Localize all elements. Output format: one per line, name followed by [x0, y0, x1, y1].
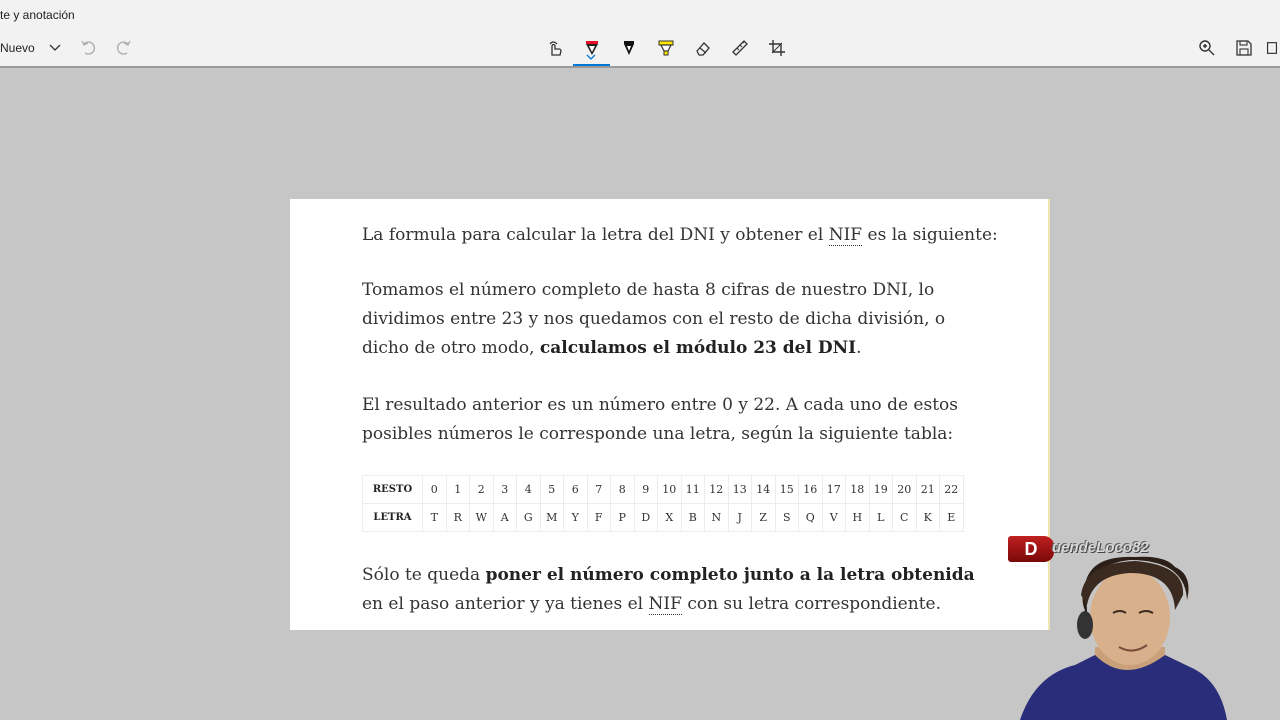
toolbar: Nuevo [0, 30, 1280, 68]
title-bar: te y anotación [0, 0, 1280, 30]
snip-canvas[interactable]: La formula para calcular la letra del DN… [290, 199, 1050, 630]
window-title: te y anotación [0, 8, 75, 22]
table-row-resto: RESTO 0 1 2 3 4 5 6 7 8 9 10 11 12 13 14 15 16 17 18 19 20 21… [362, 475, 964, 504]
bold-text: calculamos el módulo 23 del DNI [539, 338, 857, 358]
touch-write-button[interactable] [543, 36, 567, 60]
letra-cell: T [422, 503, 447, 532]
zoom-icon [1199, 40, 1215, 56]
resto-cell: 4 [516, 475, 541, 504]
letra-cell: S [774, 503, 799, 532]
paragraph-modulo: Tomamos el número completo de hasta 8 ci… [362, 276, 982, 363]
pencil-button[interactable] [617, 36, 641, 60]
paragraph-conclusion: Sólo te queda poner el número completo j… [362, 561, 982, 619]
resto-cell: 9 [633, 475, 658, 504]
letra-cell: P [610, 503, 635, 532]
save-button[interactable] [1232, 36, 1256, 60]
ruler-icon [732, 40, 748, 56]
webcam-overlay [1020, 556, 1227, 720]
letra-cell: C [892, 503, 917, 532]
letra-cell: E [939, 503, 964, 532]
letra-cell: W [469, 503, 494, 532]
text: . [856, 338, 862, 358]
nif-abbreviation: NIF [828, 225, 863, 246]
text: con su letra correspondiente. [681, 594, 941, 614]
resto-cell: 2 [469, 475, 494, 504]
ruler-button[interactable] [728, 36, 752, 60]
new-snip-button[interactable]: Nuevo [0, 38, 61, 58]
resto-cell: 19 [868, 475, 893, 504]
letra-cell: Y [563, 503, 588, 532]
resto-cell: 14 [751, 475, 776, 504]
table-row-letra: LETRA TRWAGMYFPDXBNJZSQVHLCKE [362, 503, 964, 532]
text: es la siguiente: [862, 225, 998, 245]
bold-text: poner el número completo junto a la letr… [485, 565, 975, 585]
letra-cell: Z [751, 503, 776, 532]
letra-cell: H [845, 503, 870, 532]
text: en el paso anterior y ya tienes el [362, 594, 649, 614]
letra-cell: B [680, 503, 705, 532]
letra-cell: N [704, 503, 729, 532]
nif-abbreviation: NIF [648, 594, 682, 615]
resto-cell: 5 [539, 475, 564, 504]
paragraph-formula: La formula para calcular la letra del DN… [362, 221, 998, 250]
eraser-icon [696, 42, 710, 56]
resto-cell: 6 [563, 475, 588, 504]
new-label: Nuevo [0, 41, 35, 55]
redo-button[interactable] [112, 36, 136, 60]
undo-button[interactable] [76, 36, 100, 60]
eraser-button[interactable] [691, 36, 715, 60]
letra-cell: J [727, 503, 752, 532]
resto-cell: 13 [727, 475, 752, 504]
letra-cell: A [492, 503, 517, 532]
letra-cell: V [821, 503, 846, 532]
resto-cell: 3 [492, 475, 517, 504]
copy-button[interactable] [1264, 36, 1280, 60]
text: Sólo te queda [362, 565, 486, 585]
resto-cell: 11 [680, 475, 705, 504]
pencil-icon [624, 41, 634, 55]
resto-cell: 16 [798, 475, 823, 504]
paragraph-result: El resultado anterior es un número entre… [362, 395, 958, 444]
zoom-button[interactable] [1195, 36, 1219, 60]
resto-cell: 7 [586, 475, 611, 504]
letra-cell: M [539, 503, 564, 532]
highlighter-icon [658, 40, 674, 56]
resto-cell: 15 [774, 475, 799, 504]
row-header-resto: RESTO [362, 475, 423, 504]
letra-cell: F [586, 503, 611, 532]
resto-cell: 8 [610, 475, 635, 504]
resto-cell: 0 [422, 475, 447, 504]
touch-write-icon [549, 41, 562, 56]
crop-button[interactable] [765, 36, 789, 60]
resto-cell: 21 [915, 475, 940, 504]
letra-cell: X [657, 503, 682, 532]
letra-cell: K [915, 503, 940, 532]
highlighter-button[interactable] [654, 36, 678, 60]
letra-cell: R [445, 503, 470, 532]
active-tool-indicator [573, 64, 610, 66]
resto-cell: 12 [704, 475, 729, 504]
dni-letter-table: RESTO 0 1 2 3 4 5 6 7 8 9 10 11 12 13 14 15 16 17 18 19 20 21… [362, 475, 964, 532]
resto-cell: 20 [892, 475, 917, 504]
resto-cell: 22 [939, 475, 964, 504]
crop-icon [769, 40, 785, 56]
letra-cell: G [516, 503, 541, 532]
resto-cell: 17 [821, 475, 846, 504]
resto-cell: 10 [657, 475, 682, 504]
text: La formula para calcular la letra del DN… [362, 225, 829, 245]
resto-cell: 18 [845, 475, 870, 504]
logo-name: uendeLoco82 [1052, 539, 1149, 556]
letra-cell: D [633, 503, 658, 532]
letra-cell: L [868, 503, 893, 532]
resto-cell: 1 [445, 475, 470, 504]
copy-icon [1266, 42, 1278, 54]
letra-cell: Q [798, 503, 823, 532]
row-header-letra: LETRA [362, 503, 423, 532]
pen-options-chevron-icon[interactable] [586, 54, 596, 60]
undo-icon [81, 40, 96, 55]
redo-icon [116, 40, 131, 55]
save-icon [1236, 40, 1252, 56]
chevron-down-icon[interactable] [49, 44, 61, 52]
